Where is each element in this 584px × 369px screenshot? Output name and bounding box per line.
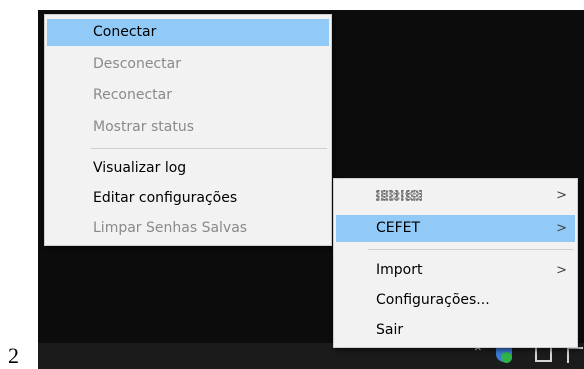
menu-item-obscured-connection[interactable]: > xyxy=(336,182,575,209)
pixelated-label xyxy=(376,190,422,201)
menu-item-desconectar[interactable]: Desconectar xyxy=(47,51,329,78)
menu-item-visualizar-log[interactable]: Visualizar log xyxy=(47,155,329,182)
menu-item-editar-configuracoes[interactable]: Editar configurações xyxy=(47,185,329,212)
menu-item-label: Desconectar xyxy=(93,56,181,72)
menu-item-label: Visualizar log xyxy=(93,160,187,176)
chevron-right-icon: > xyxy=(556,188,567,203)
menu-item-mostrar-status[interactable]: Mostrar status xyxy=(47,114,329,141)
menu-item-label: CEFET xyxy=(376,220,421,236)
menu-item-configuracoes[interactable]: Configurações... xyxy=(336,287,575,314)
check-badge-icon xyxy=(501,352,512,363)
menu-separator xyxy=(368,249,573,250)
chevron-right-icon: > xyxy=(556,263,567,278)
tray-icon[interactable] xyxy=(567,347,583,363)
menu-item-reconectar[interactable]: Reconectar xyxy=(47,82,329,109)
menu-item-cefet[interactable]: CEFET > xyxy=(336,215,575,242)
tray-context-menu: > CEFET > Import > Configurações... Sair xyxy=(333,178,578,348)
menu-item-conectar[interactable]: Conectar xyxy=(47,19,329,46)
menu-item-limpar-senhas[interactable]: Limpar Senhas Salvas xyxy=(47,215,329,242)
menu-item-label: Limpar Senhas Salvas xyxy=(93,220,248,236)
menu-separator xyxy=(91,148,327,149)
openvpn-shield-icon[interactable] xyxy=(496,346,512,363)
menu-item-label: Configurações... xyxy=(376,292,490,308)
device-icon[interactable] xyxy=(535,348,552,362)
menu-item-label: Sair xyxy=(376,322,404,338)
menu-item-label: Import xyxy=(376,262,423,278)
page-number: 2 xyxy=(8,343,19,368)
menu-item-label: Conectar xyxy=(93,24,157,40)
menu-item-sair[interactable]: Sair xyxy=(336,317,575,344)
menu-item-label: Mostrar status xyxy=(93,119,194,135)
chevron-right-icon: > xyxy=(556,221,567,236)
menu-item-import[interactable]: Import > xyxy=(336,257,575,284)
menu-item-label: Editar configurações xyxy=(93,190,238,206)
connection-menu: Conectar Desconectar Reconectar Mostrar … xyxy=(44,14,332,246)
menu-item-label: Reconectar xyxy=(93,87,172,103)
